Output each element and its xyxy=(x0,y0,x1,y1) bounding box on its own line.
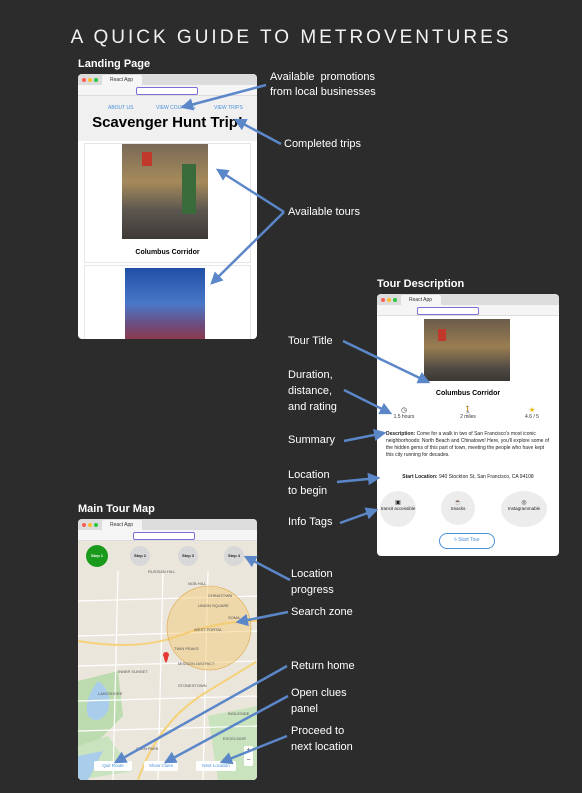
label-info-tags: Info Tags xyxy=(288,516,333,528)
arrow-available-tours-2 xyxy=(210,211,285,285)
label-search-zone: Search zone xyxy=(291,606,353,618)
arrow-available-tours-1 xyxy=(215,168,285,214)
label-summary: Summary xyxy=(288,434,336,446)
arrow-completed-trips xyxy=(233,118,282,146)
label-tour-title: Tour Title xyxy=(288,335,333,347)
label-duration: Duration, distance, and rating xyxy=(288,369,337,413)
arrow-open-clues xyxy=(163,694,289,764)
label-location: Location to begin xyxy=(288,469,330,497)
arrow-next-location xyxy=(219,734,288,765)
label-location-progress: Location progress xyxy=(291,568,334,596)
label-next-location: Proceed to next location xyxy=(291,725,353,753)
label-available-tours: Available tours xyxy=(288,206,360,218)
arrow-tour-title xyxy=(342,339,431,384)
arrow-location-progress xyxy=(243,555,291,582)
arrow-summary xyxy=(343,428,387,443)
label-completed-trips: Completed trips xyxy=(284,138,362,150)
label-promotions: Available promotions from local business… xyxy=(270,71,376,98)
label-open-clues: Open clues panel xyxy=(291,687,347,715)
arrow-search-zone xyxy=(235,610,289,627)
arrow-promotions xyxy=(180,83,267,111)
arrow-duration xyxy=(343,388,393,415)
arrow-info-tags xyxy=(339,507,379,525)
label-return-home: Return home xyxy=(291,660,355,672)
arrow-location xyxy=(336,472,381,486)
